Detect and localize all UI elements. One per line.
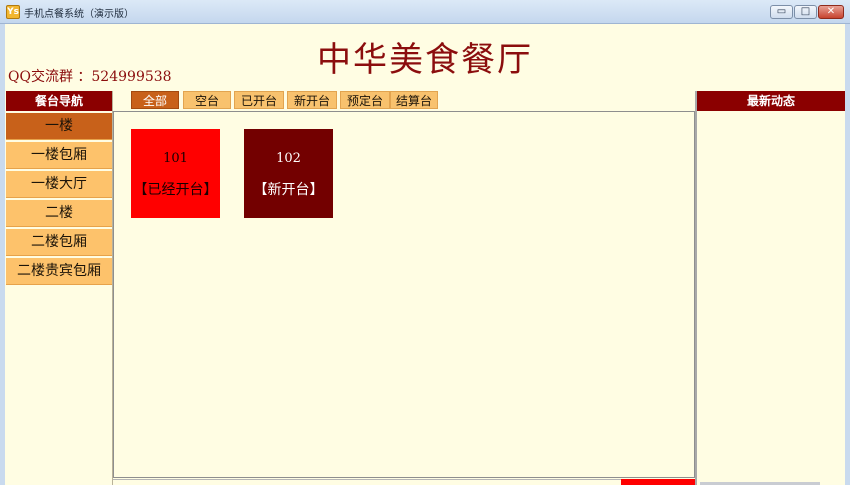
window-title: 手机点餐系统（演示版） xyxy=(24,9,134,20)
latest-activity-header: 最新动态 xyxy=(697,91,845,111)
nav-item-floor2[interactable]: 二楼 xyxy=(6,200,112,227)
table-status: 【新开台】 xyxy=(253,182,324,198)
table-navigation-panel: 餐台导航 一楼 一楼包厢 一楼大厅 二楼 二楼包厢 二楼贵宾包厢 xyxy=(6,91,113,485)
table-card-102[interactable]: 102 【新开台】 xyxy=(244,129,333,218)
minimize-button[interactable]: ▭ xyxy=(770,5,793,19)
table-number: 101 xyxy=(163,151,188,166)
nav-item-floor2-private-rooms[interactable]: 二楼包厢 xyxy=(6,229,112,256)
filter-tab-empty[interactable]: 空台 xyxy=(183,91,231,109)
close-button[interactable]: ✕ xyxy=(818,5,844,19)
latest-activity-panel: 最新动态 xyxy=(697,91,845,485)
bottom-border xyxy=(113,479,695,485)
filter-tab-checkout[interactable]: 结算台 xyxy=(390,91,438,109)
window-frame-right xyxy=(845,24,850,485)
nav-item-floor1[interactable]: 一楼 xyxy=(6,113,112,140)
window-titlebar: Ys 手机点餐系统（演示版） ▭ □ ✕ xyxy=(0,0,850,24)
maximize-button[interactable]: □ xyxy=(794,5,817,19)
filter-tab-newly-opened[interactable]: 新开台 xyxy=(287,91,337,109)
restaurant-name: 中华美食餐厅 xyxy=(317,40,533,80)
app-logo-icon: Ys xyxy=(6,5,20,19)
filter-tab-opened[interactable]: 已开台 xyxy=(234,91,284,109)
table-status: 【已经开台】 xyxy=(133,182,218,198)
table-grid-area: 101 【已经开台】 102 【新开台】 xyxy=(113,111,695,478)
nav-item-floor1-hall[interactable]: 一楼大厅 xyxy=(6,171,112,198)
table-number: 102 xyxy=(276,151,301,166)
status-indicator-bar xyxy=(621,479,695,485)
table-card-101[interactable]: 101 【已经开台】 xyxy=(131,129,220,218)
window-frame-left xyxy=(0,24,5,485)
filter-tab-all[interactable]: 全部 xyxy=(131,91,179,109)
nav-item-floor1-private-rooms[interactable]: 一楼包厢 xyxy=(6,142,112,169)
nav-item-floor2-vip-rooms[interactable]: 二楼贵宾包厢 xyxy=(6,258,112,285)
nav-header: 餐台导航 xyxy=(6,91,112,111)
qq-group-label: QQ交流群 ：524999538 xyxy=(8,69,172,85)
filter-tab-reserved[interactable]: 预定台 xyxy=(340,91,390,109)
